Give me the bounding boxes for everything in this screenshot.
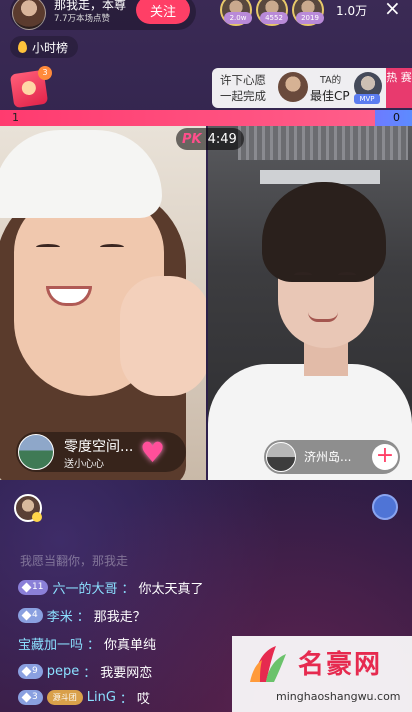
diamond-icon xyxy=(21,610,32,620)
chat-text: 哎 xyxy=(136,691,150,707)
pk-bar-left xyxy=(0,110,375,126)
chat-separator: ： xyxy=(121,581,135,597)
chat-separator: ： xyxy=(87,637,101,653)
drop-icon xyxy=(18,41,27,53)
red-envelope-count: 3 xyxy=(38,66,52,80)
pk-score-left: 1 xyxy=(12,111,19,124)
anchor-right-avatar xyxy=(266,442,296,472)
viewer-avatar-1[interactable]: 2.0w xyxy=(220,0,252,26)
chat-text: 你太天真了 xyxy=(138,581,204,597)
watermark-title: 名豪网 xyxy=(298,650,383,680)
viewer-avatar-2[interactable]: 4552 xyxy=(256,0,288,26)
video-right-eye xyxy=(338,272,356,277)
fan-club-tag: 源斗团 xyxy=(46,689,83,705)
pk-score-right: 0 xyxy=(393,111,400,124)
follow-plus-button[interactable]: + xyxy=(372,444,398,470)
mini-avatar-badge xyxy=(32,512,42,522)
video-right-hair xyxy=(262,182,386,282)
close-icon[interactable]: × xyxy=(384,0,401,18)
cp-avatar-left xyxy=(278,72,308,102)
video-left-eye xyxy=(100,244,124,250)
anchor-left-name: 零度空间... xyxy=(64,439,134,455)
best-cp-label: 最佳CP xyxy=(310,89,350,103)
follow-button[interactable]: 关注 xyxy=(136,0,190,24)
level-badge: 4 xyxy=(18,607,43,623)
blue-action-button[interactable] xyxy=(372,494,398,520)
chat-message-faded: 我愿当翻你，那我走 xyxy=(20,554,129,568)
anchor-right-name: 济州岛... xyxy=(304,450,352,464)
host-likes: 7.7万本场点赞 xyxy=(54,14,111,24)
chat-message: 4 李米： 那我走？ xyxy=(18,604,146,626)
chat-separator: ： xyxy=(76,609,90,625)
chat-text: 我要网恋 xyxy=(100,665,153,681)
pk-logo: PK xyxy=(182,131,202,147)
chat-username[interactable]: 宝藏加一吗 xyxy=(18,634,83,653)
pk-timer-badge: PK 4:49 xyxy=(176,128,244,150)
chat-username[interactable]: 李米 xyxy=(47,606,73,625)
cp-small-label: TA的 xyxy=(320,75,342,86)
diamond-icon xyxy=(21,666,32,676)
chat-username[interactable]: LinG xyxy=(87,690,116,705)
chat-text: 你真单纯 xyxy=(104,637,157,653)
level-badge: 3 xyxy=(18,689,43,705)
heart-icon[interactable]: ♥ xyxy=(140,436,165,469)
viewer-badge: 2019 xyxy=(296,12,324,24)
top-bar: 那我走，本尊 7.7万本场点赞 关注 2.0w 4552 2019 1.0万 × xyxy=(0,0,412,30)
diamond-icon xyxy=(21,582,32,592)
anchor-left-subtitle: 送小心心 xyxy=(64,459,104,470)
chat-username[interactable]: pepe xyxy=(47,664,80,679)
video-right-vent xyxy=(238,126,408,160)
chat-username[interactable]: 六一的大哥 xyxy=(52,578,117,597)
wish-panel[interactable]: 许下心愿 一起完成 TA的 最佳CP MVP 热 赛 xyxy=(212,68,412,108)
video-left-cap xyxy=(0,130,162,218)
watermark-url: minghaoshangwu.com xyxy=(276,690,401,703)
hour-rank-label: 小时榜 xyxy=(32,40,69,55)
viewer-badge: 2.0w xyxy=(224,12,252,24)
viewer-avatar-3[interactable]: 2019 xyxy=(292,0,324,26)
pk-score-bar: 1 0 xyxy=(0,110,412,126)
level-badge: 11 xyxy=(18,579,49,595)
anchor-left-avatar xyxy=(18,434,54,470)
video-left[interactable] xyxy=(0,126,206,480)
diamond-icon xyxy=(21,692,32,702)
site-watermark: 名豪网 minghaoshangwu.com xyxy=(232,636,412,712)
level-badge: 9 xyxy=(18,663,43,679)
viewer-badge: 4552 xyxy=(260,12,288,24)
hour-rank-button[interactable]: 小时榜 xyxy=(10,36,79,58)
mvp-badge: MVP xyxy=(354,94,380,104)
video-left-hand xyxy=(120,276,206,396)
watermark-logo-icon xyxy=(250,646,286,682)
video-left-eye xyxy=(36,244,60,250)
chat-message: 3 源斗团 LinG： 哎 xyxy=(18,686,150,708)
chat-separator: ： xyxy=(83,665,97,681)
video-right[interactable] xyxy=(208,126,412,480)
chat-message: 9 pepe： 我要网恋 xyxy=(18,660,152,682)
pk-timer: 4:49 xyxy=(207,131,237,147)
video-right-eye xyxy=(294,272,312,277)
chat-message: 11 六一的大哥： 你太天真了 xyxy=(18,576,204,598)
chat-separator: ： xyxy=(119,691,133,707)
red-envelope-mark xyxy=(20,80,37,96)
wish-text: 许下心愿 一起完成 xyxy=(220,73,266,103)
chat-text: 那我走？ xyxy=(93,609,146,625)
hot-tag[interactable]: 热 赛 xyxy=(386,68,412,108)
chat-message: 宝藏加一吗： 你真单纯 xyxy=(18,632,156,654)
viewer-count[interactable]: 1.0万 xyxy=(336,2,367,19)
